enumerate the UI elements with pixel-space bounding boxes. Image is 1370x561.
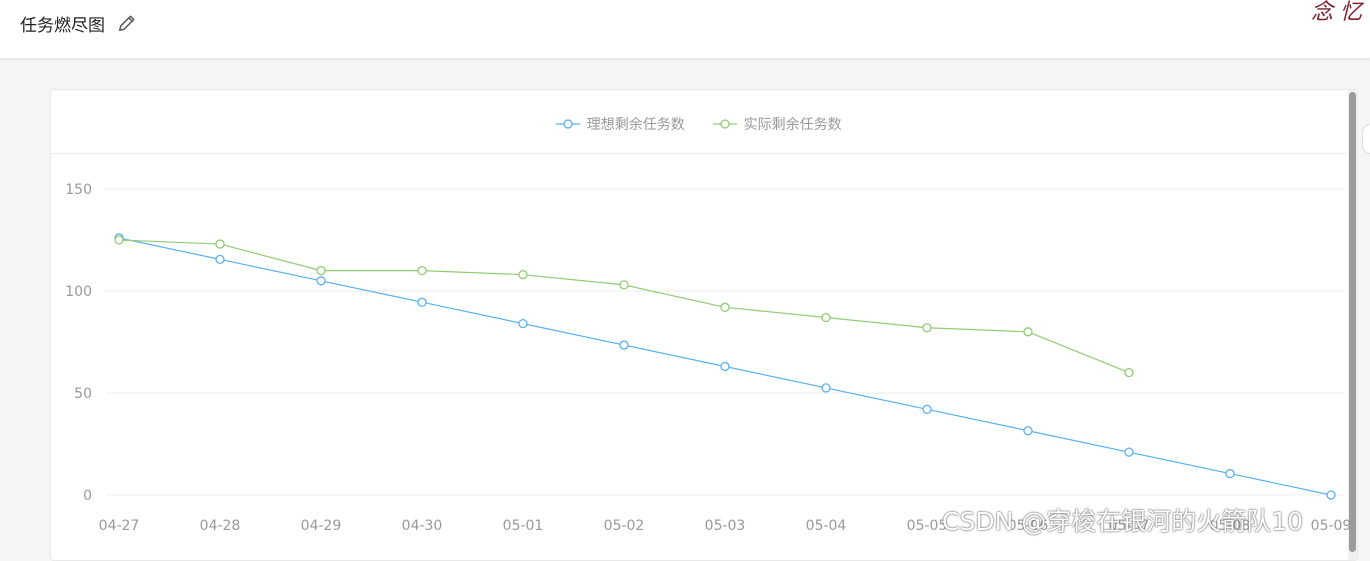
side-collapse-handle[interactable] [1362,124,1370,154]
legend-bar: 理想剩余任务数 实际剩余任务数 [51,90,1347,154]
top-bar: 任务燃尽图 念 忆 [0,0,1370,59]
corner-decoration: 念 忆 [1311,0,1362,25]
vertical-scrollbar[interactable] [1348,90,1357,560]
legend: 理想剩余任务数 实际剩余任务数 [51,114,1347,134]
chart-card: 理想剩余任务数 实际剩余任务数 [50,89,1358,561]
legend-label-ideal: 理想剩余任务数 [586,117,685,133]
legend-item-actual[interactable]: 实际剩余任务数 [713,114,842,134]
legend-item-ideal[interactable]: 理想剩余任务数 [556,114,685,134]
legend-swatch-ideal [556,119,581,129]
scrollbar-thumb[interactable] [1349,92,1356,552]
page-title: 任务燃尽图 [20,16,105,36]
legend-label-actual: 实际剩余任务数 [743,117,842,133]
pencil-icon[interactable] [116,12,138,34]
legend-swatch-actual [713,119,738,129]
watermark-text: CSDN @穿梭在银河的火箭队10 [942,507,1304,536]
